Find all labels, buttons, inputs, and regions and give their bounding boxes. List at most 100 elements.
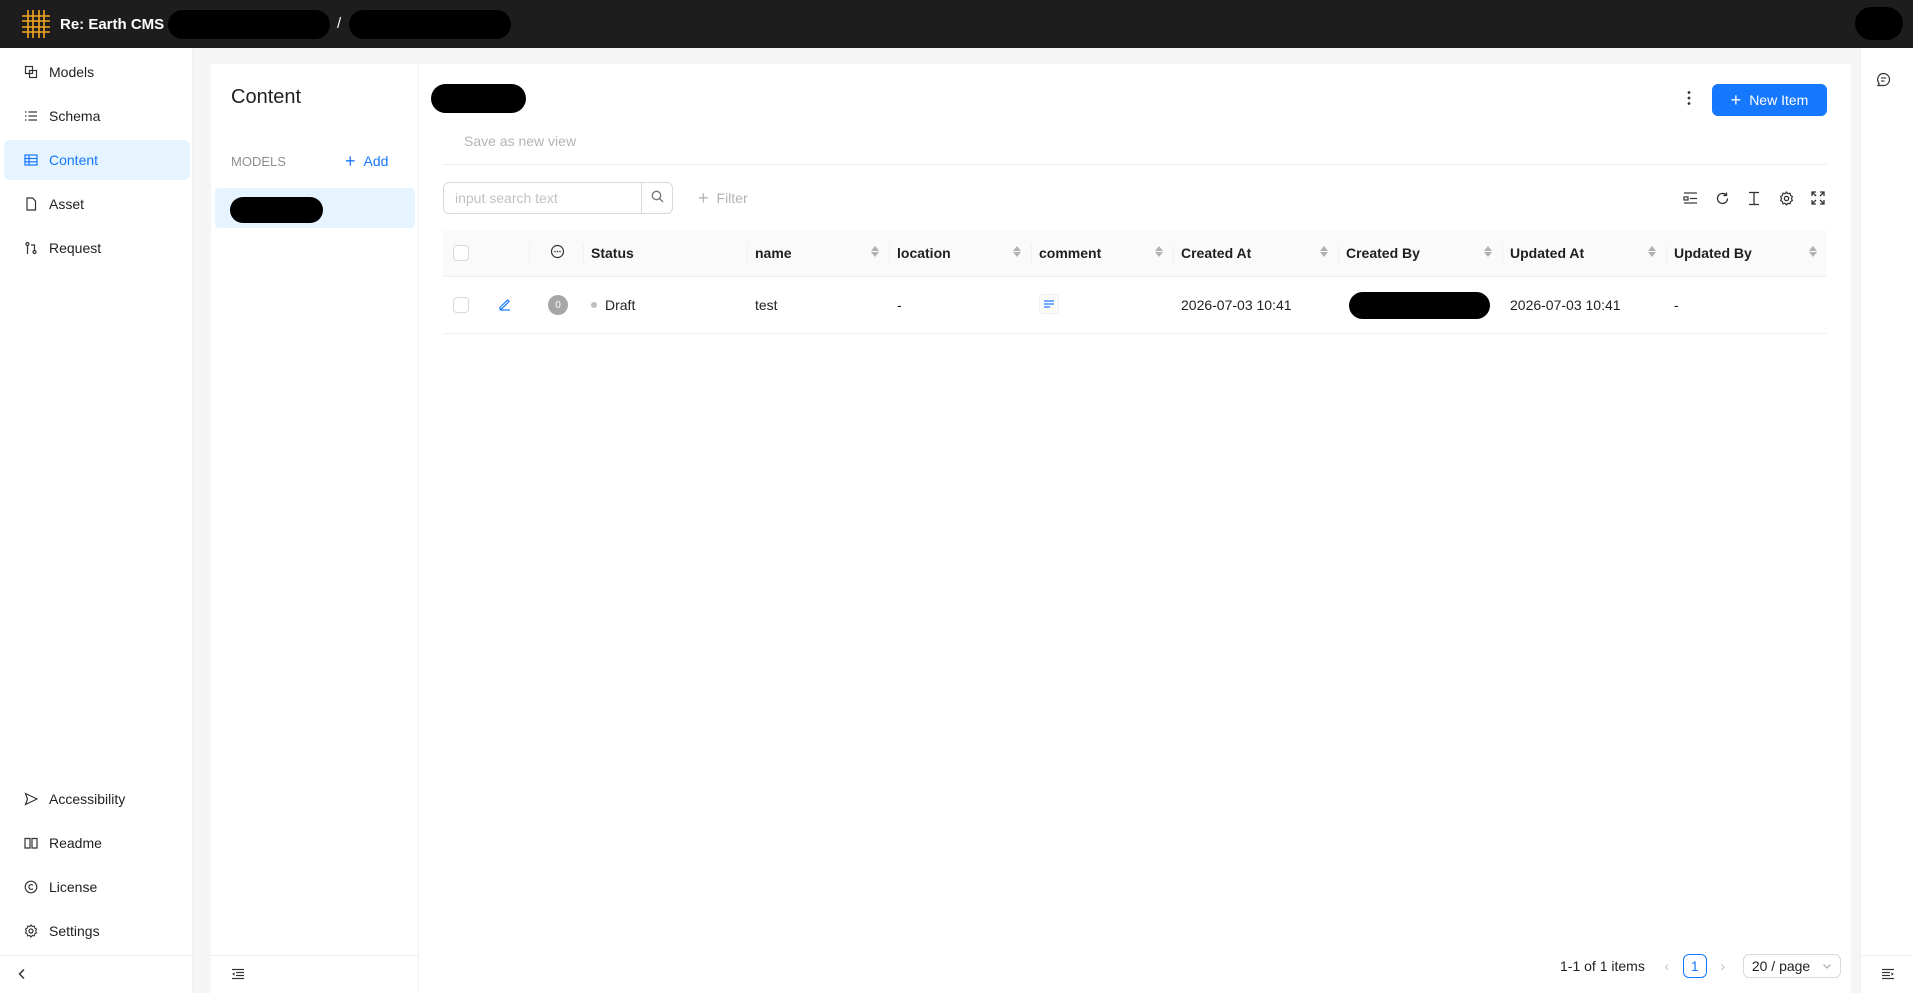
chevron-down-icon bbox=[1822, 958, 1832, 974]
plus-icon: + bbox=[1730, 90, 1742, 110]
sidebar-item-schema[interactable]: Schema bbox=[4, 96, 190, 136]
search-input[interactable] bbox=[443, 182, 641, 214]
breadcrumb-workspace[interactable] bbox=[168, 10, 330, 39]
sidebar-item-label: Models bbox=[49, 64, 95, 80]
new-item-button[interactable]: + New Item bbox=[1712, 84, 1827, 116]
column-header-updated-at[interactable]: Updated At bbox=[1503, 230, 1666, 276]
sidebar-item-readme[interactable]: Readme bbox=[4, 823, 190, 863]
reload-icon[interactable] bbox=[1711, 188, 1733, 208]
column-header-created-by[interactable]: Created By bbox=[1339, 230, 1502, 276]
panel-collapse-button[interactable] bbox=[211, 955, 419, 993]
gear-icon[interactable] bbox=[1775, 188, 1797, 208]
left-sidebar: Models Schema Content Asset Request Acce… bbox=[0, 48, 193, 993]
sort-icon bbox=[871, 246, 879, 257]
sidebar-item-settings[interactable]: Settings bbox=[4, 911, 190, 951]
breadcrumb-separator: / bbox=[337, 15, 342, 32]
page-size-select[interactable]: 20 / page bbox=[1742, 954, 1841, 978]
sidebar-item-label: Settings bbox=[49, 923, 100, 939]
panel-title: Content bbox=[231, 86, 302, 108]
sort-icon bbox=[1648, 246, 1656, 257]
sidebar-item-accessibility[interactable]: Accessibility bbox=[4, 779, 190, 819]
prev-page-button[interactable]: ‹ bbox=[1655, 958, 1679, 974]
column-divider bbox=[529, 244, 530, 264]
content-table: Status name location comment Created At bbox=[443, 230, 1827, 334]
column-header-label: comment bbox=[1039, 245, 1102, 261]
column-header-label: Updated By bbox=[1674, 245, 1752, 261]
status-dot-icon bbox=[591, 302, 597, 308]
created-by-cell bbox=[1349, 277, 1490, 333]
table-toolbar bbox=[1679, 188, 1829, 208]
comment-cell[interactable] bbox=[1039, 277, 1059, 333]
page-size-value: 20 / page bbox=[1751, 958, 1811, 974]
comment-count-cell[interactable]: 0 bbox=[548, 277, 568, 333]
sidebar-collapse-button[interactable] bbox=[0, 955, 193, 993]
row-select-cell bbox=[453, 277, 469, 333]
sidebar-item-label: License bbox=[49, 879, 98, 895]
asset-icon bbox=[23, 196, 39, 212]
row-checkbox[interactable] bbox=[453, 297, 469, 313]
breadcrumb-project[interactable] bbox=[349, 10, 511, 39]
comments-panel-button[interactable] bbox=[1876, 72, 1891, 90]
model-list-item[interactable] bbox=[215, 188, 415, 228]
filter-button[interactable]: + Filter bbox=[698, 182, 748, 214]
search-icon bbox=[651, 190, 664, 206]
table-row[interactable]: 0 Draft test - 2026-07-03 10:41 2026-07-… bbox=[443, 277, 1827, 334]
select-all-checkbox[interactable] bbox=[453, 245, 469, 261]
column-header-label: Created By bbox=[1346, 245, 1420, 261]
sidebar-item-models[interactable]: Models bbox=[4, 52, 190, 92]
status-cell: Draft bbox=[591, 277, 635, 333]
right-rail-expand-button[interactable] bbox=[1861, 955, 1913, 993]
top-header: Re: Earth CMS / bbox=[0, 0, 1913, 48]
sidebar-item-license[interactable]: License bbox=[4, 867, 190, 907]
column-header-status[interactable]: Status bbox=[591, 230, 634, 276]
name-cell: test bbox=[755, 297, 778, 313]
search-group bbox=[443, 182, 673, 214]
column-header-comment[interactable]: comment bbox=[1032, 230, 1173, 276]
updated-by-cell: - bbox=[1674, 297, 1679, 313]
sidebar-item-request[interactable]: Request bbox=[4, 228, 190, 268]
edit-item-button[interactable] bbox=[498, 277, 512, 333]
user-avatar[interactable] bbox=[1855, 7, 1903, 40]
more-options-button[interactable] bbox=[1679, 88, 1699, 110]
filter-label: Filter bbox=[716, 190, 748, 206]
column-header-created-at[interactable]: Created At bbox=[1174, 230, 1338, 276]
model-name-redacted bbox=[230, 197, 323, 223]
column-header-name[interactable]: name bbox=[748, 230, 889, 276]
settings-icon bbox=[23, 923, 39, 939]
app-logo[interactable]: Re: Earth CMS bbox=[20, 8, 164, 40]
plus-icon: + bbox=[345, 151, 356, 171]
page-number-button[interactable]: 1 bbox=[1682, 954, 1707, 978]
models-icon bbox=[23, 64, 39, 80]
right-rail bbox=[1860, 48, 1913, 993]
fullscreen-icon[interactable] bbox=[1807, 188, 1829, 208]
sidebar-item-asset[interactable]: Asset bbox=[4, 184, 190, 224]
sidebar-item-label: Content bbox=[49, 152, 99, 168]
add-model-label: Add bbox=[363, 153, 389, 169]
column-settings-icon[interactable] bbox=[1679, 188, 1701, 208]
sidebar-item-label: Request bbox=[49, 240, 102, 256]
menu-fold-icon bbox=[231, 967, 245, 983]
sort-icon bbox=[1155, 246, 1163, 257]
row-density-icon[interactable] bbox=[1743, 188, 1765, 208]
table-header: Status name location comment Created At bbox=[443, 230, 1827, 277]
column-header-location[interactable]: location bbox=[890, 230, 1031, 276]
created-by-redacted bbox=[1349, 291, 1490, 319]
sidebar-item-content[interactable]: Content bbox=[4, 140, 190, 180]
search-button[interactable] bbox=[641, 182, 673, 214]
column-header-updated-by[interactable]: Updated By bbox=[1667, 230, 1827, 276]
chevron-left-icon bbox=[16, 967, 28, 983]
comment-count-badge: 0 bbox=[548, 295, 568, 315]
content-icon bbox=[23, 152, 39, 168]
logo-grid-icon bbox=[22, 10, 50, 38]
view-tab-redacted[interactable] bbox=[431, 84, 526, 113]
column-header-label: name bbox=[755, 245, 792, 261]
license-icon bbox=[23, 879, 39, 895]
select-all-cell bbox=[453, 230, 469, 276]
created-at-cell: 2026-07-03 10:41 bbox=[1181, 297, 1292, 313]
save-as-new-view-button[interactable]: Save as new view bbox=[464, 133, 576, 149]
text-document-icon bbox=[1039, 293, 1059, 317]
sort-icon bbox=[1809, 246, 1817, 257]
sidebar-item-label: Schema bbox=[49, 108, 101, 124]
add-model-button[interactable]: + Add bbox=[345, 152, 388, 170]
next-page-button[interactable]: › bbox=[1711, 958, 1735, 974]
